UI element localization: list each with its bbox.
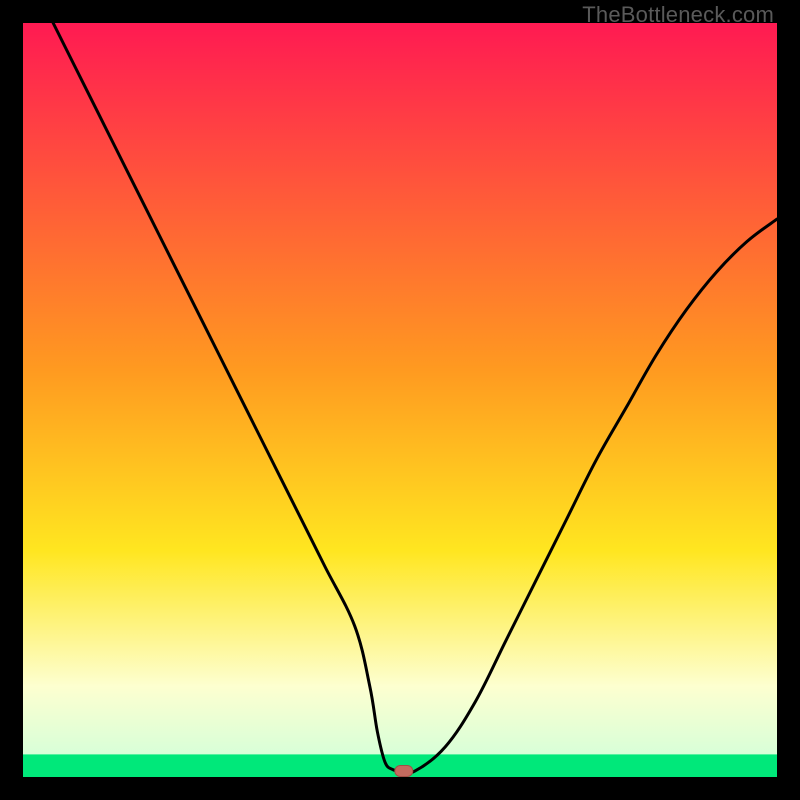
optimal-marker [395, 766, 413, 777]
gradient-background [23, 23, 777, 777]
bottleneck-chart [23, 23, 777, 777]
watermark-text: TheBottleneck.com [582, 2, 774, 28]
chart-frame [23, 23, 777, 777]
